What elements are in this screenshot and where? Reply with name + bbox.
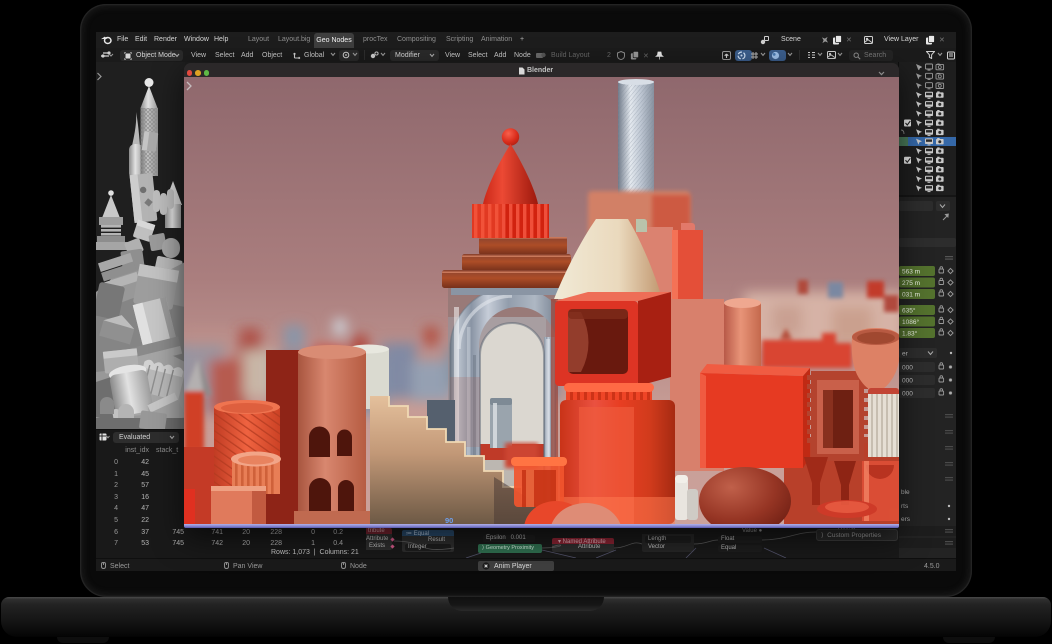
svg-text:000: 000 — [902, 391, 913, 398]
svg-text:000: 000 — [902, 365, 913, 372]
svg-text:563 m: 563 m — [902, 269, 920, 276]
svg-text:ble: ble — [901, 489, 910, 496]
svg-text:000: 000 — [902, 378, 913, 385]
svg-text:er: er — [902, 351, 909, 358]
svg-text:ers: ers — [901, 516, 911, 523]
svg-text:1.83°: 1.83° — [902, 330, 918, 338]
svg-text:031 m: 031 m — [902, 292, 920, 299]
svg-text:635°: 635° — [902, 307, 916, 315]
svg-text:rts: rts — [901, 503, 909, 510]
svg-text:275 m: 275 m — [902, 280, 920, 287]
svg-text:1086°: 1086° — [902, 318, 919, 326]
